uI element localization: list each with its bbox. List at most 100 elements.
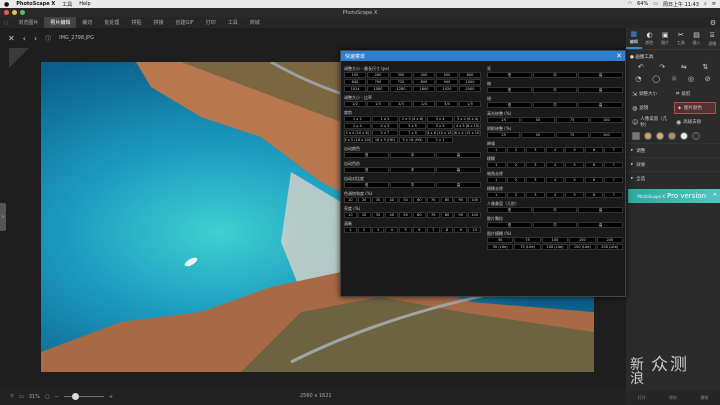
quick-option-button[interactable]: 50 xyxy=(521,117,555,123)
collapsed-section[interactable]: ▸ 全选 xyxy=(626,171,720,185)
battery-percent[interactable]: 64% xyxy=(637,1,648,7)
quick-option-button[interactable]: 1024 xyxy=(344,86,366,92)
quick-option-button[interactable]: 中 xyxy=(532,207,578,213)
collapsed-section[interactable]: ▸ 调整 xyxy=(626,143,720,157)
quick-option-button[interactable]: 4 xyxy=(545,162,565,168)
swatch-gold[interactable] xyxy=(656,132,664,140)
quick-option-button[interactable]: 75 (Lite) xyxy=(514,244,541,250)
straighten-icon[interactable]: ⊘ xyxy=(705,75,711,83)
quick-option-button[interactable]: 4 x 3 xyxy=(371,123,399,129)
menu-tools[interactable]: 工具 xyxy=(62,1,72,8)
quick-option-button[interactable]: 1920 xyxy=(436,86,458,92)
quick-option-button[interactable]: 2 x 3 (4 x 6) xyxy=(399,116,426,122)
quick-option-button[interactable]: 10 xyxy=(344,212,357,218)
tool-tab-3[interactable]: ▣ 图片 xyxy=(657,28,673,49)
quick-option-button[interactable]: 50 xyxy=(399,197,412,203)
tool-button[interactable]: ☺ 人像美容（几秒） xyxy=(630,116,672,128)
quick-option-button[interactable]: 中 xyxy=(532,102,578,108)
minimize-window-button[interactable] xyxy=(12,10,17,15)
zoom-out-icon[interactable]: − xyxy=(55,394,59,400)
quick-option-button[interactable]: 1 x 2 xyxy=(344,116,371,122)
quick-option-button[interactable]: 500 xyxy=(436,72,458,78)
quick-option-button[interactable]: 7 xyxy=(604,177,623,183)
basic-tool-icon[interactable]: ↷ xyxy=(659,63,665,71)
quick-option-button[interactable]: 6 xyxy=(584,177,604,183)
left-panel-toggle[interactable]: › xyxy=(0,203,6,231)
quick-option-button[interactable]: 75 xyxy=(555,117,589,123)
quick-option-button[interactable]: 90 xyxy=(454,212,468,218)
quick-option-button[interactable]: 50 xyxy=(487,237,514,243)
basic-tool-icon[interactable]: ⇅ xyxy=(702,63,708,71)
swatch-white[interactable] xyxy=(680,132,688,140)
panel-action-button[interactable]: 打开 xyxy=(638,395,646,401)
quick-option-button[interactable]: 3 x 4 xyxy=(426,116,454,122)
quick-option-button[interactable]: 50 xyxy=(399,212,412,218)
quick-option-button[interactable]: 6 xyxy=(584,162,604,168)
zoom-slider-knob[interactable] xyxy=(71,393,79,400)
quick-option-button[interactable]: 600 xyxy=(459,72,481,78)
tab-7[interactable]: 创建GIF xyxy=(169,17,199,28)
dialog-close-icon[interactable]: ✕ xyxy=(616,52,622,60)
quick-option-button[interactable]: 中 xyxy=(532,222,578,228)
tool-button[interactable]: ◉ 高级去除 xyxy=(674,116,716,128)
panel-action-button[interactable]: 保存 xyxy=(669,395,677,401)
quick-option-button[interactable]: 9 xyxy=(454,227,468,233)
quick-option-button[interactable]: 70 xyxy=(426,212,440,218)
quick-option-button[interactable]: 6 x 4 (15 x 10) xyxy=(454,130,481,136)
quick-option-button[interactable]: 75 xyxy=(514,237,541,243)
tool-tab-1[interactable]: ▦ 编辑 xyxy=(626,28,642,49)
tab-1[interactable]: 浏览图片 xyxy=(12,17,44,28)
tool-button[interactable]: ◍ 滤镜 xyxy=(630,102,672,114)
quick-option-button[interactable]: 中 xyxy=(390,167,435,173)
quick-option-button[interactable]: 1 xyxy=(344,227,357,233)
quick-option-button[interactable]: 40 xyxy=(385,212,399,218)
quick-option-button[interactable]: 800 xyxy=(413,79,435,85)
tool-tab-6[interactable]: ⌸ 滤镜 xyxy=(704,28,720,49)
zoom-slider[interactable] xyxy=(63,393,104,400)
quick-option-button[interactable]: 720 xyxy=(390,79,412,85)
quick-option-button[interactable]: 低 xyxy=(487,102,532,108)
quick-option-button[interactable]: 70 xyxy=(426,197,440,203)
quick-option-button[interactable]: 2000 xyxy=(459,86,481,92)
quick-option-button[interactable]: 高 xyxy=(578,207,623,213)
quick-option-button[interactable]: 2 xyxy=(506,162,526,168)
quick-option-button[interactable]: 中 xyxy=(532,87,578,93)
quick-option-button[interactable]: 低 xyxy=(487,207,532,213)
zoom-window-button[interactable] xyxy=(20,10,25,15)
quick-option-button[interactable]: 1600 xyxy=(413,86,435,92)
battery-icon[interactable]: ▭ xyxy=(653,1,658,7)
quick-option-button[interactable]: 20 xyxy=(357,197,371,203)
info-icon[interactable]: ⓘ xyxy=(45,34,51,43)
quick-option-button[interactable]: 50 xyxy=(521,132,555,138)
quick-option-button[interactable]: 5 xyxy=(565,177,584,183)
quick-option-button[interactable]: 6 xyxy=(413,227,426,233)
quick-option-button[interactable]: 1280 xyxy=(390,86,412,92)
quick-option-button[interactable]: 高 xyxy=(578,72,623,78)
quick-option-button[interactable]: 5 xyxy=(399,227,412,233)
quick-option-button[interactable]: 2 xyxy=(506,192,526,198)
quick-option-button[interactable]: 640 xyxy=(344,79,366,85)
quick-option-button[interactable]: 80 xyxy=(440,212,454,218)
search-icon[interactable]: ⌕ xyxy=(704,1,707,7)
quick-option-button[interactable]: 高 xyxy=(578,222,623,228)
quick-option-button[interactable]: 20 xyxy=(357,212,371,218)
close-banner-icon[interactable]: ✕ xyxy=(713,192,717,198)
quick-option-button[interactable]: 中 xyxy=(390,182,435,188)
tool-tab-4[interactable]: ✂ 工具 xyxy=(673,28,689,49)
quick-option-button[interactable]: 3 xyxy=(526,192,545,198)
quick-option-button[interactable]: 4 xyxy=(545,147,565,153)
quick-option-button[interactable]: 100 xyxy=(468,212,481,218)
quick-option-button[interactable]: 200 (Lite) xyxy=(596,244,623,250)
quick-option-button[interactable]: 25 xyxy=(487,117,521,123)
basic-tool-icon[interactable]: ⇋ xyxy=(681,63,687,71)
quick-option-button[interactable]: 10 xyxy=(344,197,357,203)
quick-option-button[interactable]: 7 xyxy=(604,162,623,168)
apple-icon[interactable]: ● xyxy=(4,1,9,8)
zoom-reset-icon[interactable]: ▢ xyxy=(45,394,50,400)
basic-tool-icon[interactable]: ↶ xyxy=(638,63,644,71)
quick-option-button[interactable]: 高 xyxy=(436,152,481,158)
compare-icon[interactable]: ▭ xyxy=(19,394,24,400)
quick-option-button[interactable]: 60 xyxy=(413,212,426,218)
quick-option-button[interactable]: 1000 xyxy=(459,79,481,85)
quick-option-button[interactable]: 5 xyxy=(565,162,584,168)
